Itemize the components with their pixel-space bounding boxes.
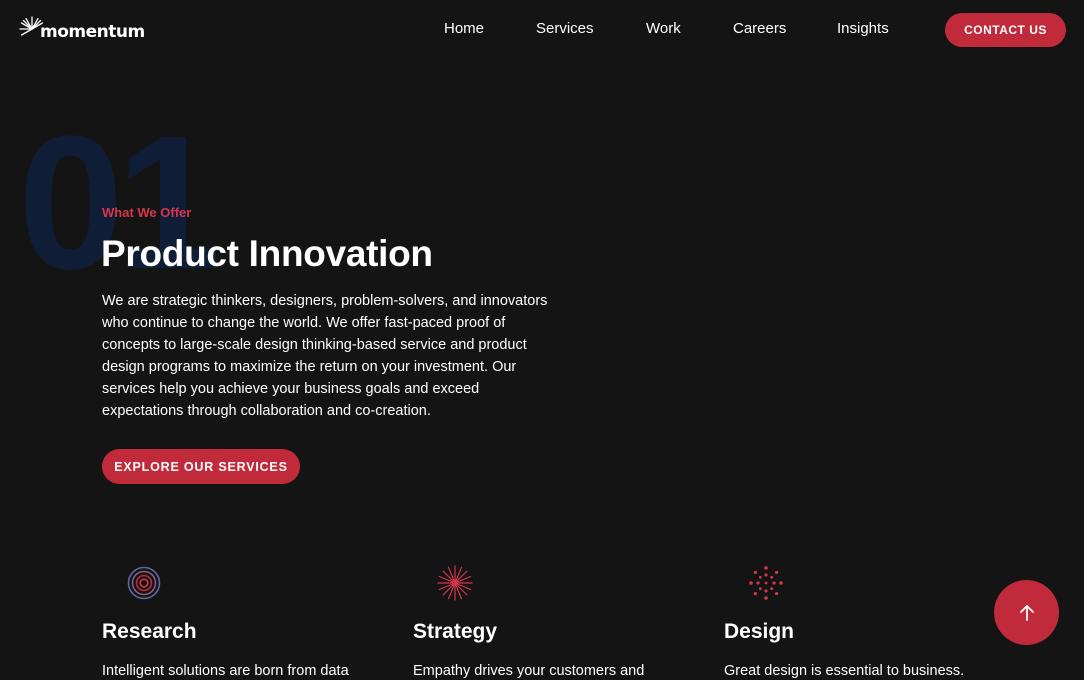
card-design: Design Great design is essential to busi… [724,565,1004,679]
concentric-circles-icon [127,566,161,600]
card-text: Empathy drives your customers and [413,663,645,679]
card-strategy: Strategy Empathy drives your customers a… [413,565,693,679]
nav-item-work[interactable]: Work [646,20,681,37]
card-text: Intelligent solutions are born from data [102,663,349,679]
starburst-icon [437,565,473,601]
arrow-up-icon [1019,604,1034,621]
nav-item-insights[interactable]: Insights [837,20,889,37]
logo-wordmark: momentum [40,22,145,42]
momentum-logo[interactable]: momentum [18,15,145,43]
scroll-to-top-button[interactable] [994,580,1059,645]
card-title: Strategy [413,620,498,643]
nav-item-home[interactable]: Home [444,20,484,37]
card-research: Research Intelligent solutions are born … [102,565,382,679]
site-header: momentum Home Services Work Careers Insi… [0,0,1084,62]
hero-description: We are strategic thinkers, designers, pr… [102,293,548,419]
explore-services-button[interactable]: EXPLORE OUR SERVICES [102,449,300,484]
nav-item-careers[interactable]: Careers [733,20,786,37]
card-text: Great design is essential to business. [724,663,965,679]
card-title: Design [724,620,795,643]
dot-burst-icon [749,566,783,600]
nav-item-services[interactable]: Services [536,20,594,37]
contact-us-button[interactable]: CONTACT US [945,13,1066,47]
section-eyebrow: What We Offer [102,205,192,220]
card-title: Research [102,620,197,643]
page-title: Product Innovation [101,233,433,274]
